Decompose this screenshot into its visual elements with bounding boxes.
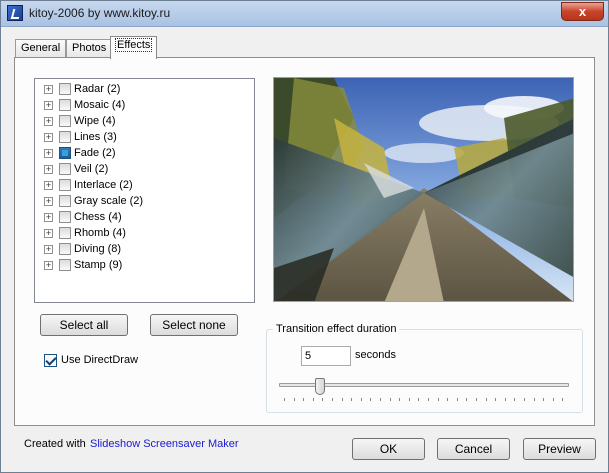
expand-plus-icon[interactable]: + (44, 245, 53, 254)
slider-tick (341, 398, 343, 401)
slider-tick (284, 398, 285, 401)
slider-tick (370, 398, 372, 401)
slider-tick (514, 398, 516, 401)
slider-tick (476, 398, 477, 401)
effect-label: Interlace (2) (74, 179, 133, 191)
effect-checkbox[interactable] (59, 227, 71, 239)
effect-label: Mosaic (4) (74, 99, 126, 111)
cancel-button[interactable]: Cancel (437, 438, 510, 460)
effects-tree[interactable]: + Radar (2) + Mosaic (4) + Wipe (4) + Lines (3)… (34, 78, 255, 303)
slider-tick (293, 398, 295, 401)
effect-checkbox[interactable] (59, 211, 71, 223)
dialog-window: kitoy-2006 by www.kitoy.ru x General Pho… (0, 0, 609, 473)
title-bar[interactable]: kitoy-2006 by www.kitoy.ru x (1, 1, 608, 27)
slideshow-maker-link[interactable]: Slideshow Screensaver Maker (90, 438, 239, 450)
slider-tick (456, 398, 458, 401)
slider-tick (485, 398, 487, 401)
expand-plus-icon[interactable]: + (44, 149, 53, 158)
duration-slider-thumb[interactable] (314, 378, 325, 395)
effect-checkbox[interactable] (59, 195, 71, 207)
expand-plus-icon[interactable]: + (44, 261, 53, 270)
slider-tick (495, 398, 497, 401)
slider-tick (351, 398, 353, 401)
tab-effects-label: Effects (114, 38, 153, 52)
effect-checkbox[interactable] (59, 83, 71, 95)
expand-plus-icon[interactable]: + (44, 117, 53, 126)
expand-plus-icon[interactable]: + (44, 213, 53, 222)
slider-tick (332, 398, 333, 401)
effect-label: Gray scale (2) (74, 195, 144, 207)
expand-plus-icon[interactable]: + (44, 133, 53, 142)
slider-tick (428, 398, 429, 401)
effect-checkbox[interactable] (59, 243, 71, 255)
preview-button[interactable]: Preview (523, 438, 596, 460)
tab-photos-label: Photos (72, 42, 107, 54)
slider-tick (360, 398, 362, 401)
expand-plus-icon[interactable]: + (44, 165, 53, 174)
slider-tick (524, 398, 525, 401)
expand-plus-icon[interactable]: + (44, 101, 53, 110)
effect-label: Rhomb (4) (74, 227, 126, 239)
slider-tick (504, 398, 506, 401)
effect-checkbox[interactable] (59, 99, 71, 111)
ok-button[interactable]: OK (352, 438, 425, 460)
effect-checkbox[interactable] (59, 163, 71, 175)
slider-tick (303, 398, 305, 401)
effect-checkbox[interactable] (59, 115, 71, 127)
created-with-label: Created with (24, 438, 86, 450)
slider-tick (408, 398, 410, 401)
effect-label: Wipe (4) (74, 115, 116, 127)
effect-label: Stamp (9) (74, 259, 123, 271)
effect-checkbox[interactable] (59, 147, 71, 159)
expand-plus-icon[interactable]: + (44, 229, 53, 238)
slider-tick (389, 398, 391, 401)
slider-tick (437, 398, 439, 401)
effect-label: Veil (2) (74, 163, 109, 175)
effect-label: Chess (4) (74, 211, 122, 223)
slider-tick (466, 398, 468, 401)
tab-general-label: General (21, 42, 61, 54)
use-directdraw-checkbox[interactable] (44, 354, 57, 367)
slider-tick (418, 398, 420, 401)
effect-label: Fade (2) (74, 147, 116, 159)
effect-checkbox[interactable] (59, 131, 71, 143)
close-button[interactable]: x (561, 2, 604, 21)
effect-label: Diving (8) (74, 243, 122, 255)
slider-tick (533, 398, 535, 401)
duration-unit-label: seconds (355, 349, 396, 361)
effect-label: Radar (2) (74, 83, 121, 95)
expand-plus-icon[interactable]: + (44, 85, 53, 94)
tab-general[interactable]: General (15, 39, 67, 58)
slider-tick (322, 398, 324, 401)
app-icon (7, 5, 23, 21)
slider-tick (399, 398, 401, 401)
slider-tick (552, 398, 554, 401)
effect-label: Lines (3) (74, 131, 117, 143)
slider-tick (447, 398, 449, 401)
slider-tick (562, 398, 564, 401)
expand-plus-icon[interactable]: + (44, 197, 53, 206)
select-none-button[interactable]: Select none (150, 314, 238, 336)
window-title: kitoy-2006 by www.kitoy.ru (29, 6, 171, 20)
use-directdraw-label: Use DirectDraw (61, 354, 139, 366)
slider-tick (543, 398, 545, 401)
effect-preview-image (273, 77, 574, 302)
preview-graphic (274, 78, 573, 301)
tab-photos[interactable]: Photos (66, 39, 113, 58)
expand-plus-icon[interactable]: + (44, 181, 53, 190)
effect-checkbox[interactable] (59, 259, 71, 271)
slider-tick (312, 398, 314, 401)
select-all-button[interactable]: Select all (40, 314, 128, 336)
duration-input[interactable]: 5 (301, 346, 351, 366)
duration-group-title: Transition effect duration (273, 323, 400, 335)
tab-effects[interactable]: Effects (110, 36, 158, 59)
effect-checkbox[interactable] (59, 179, 71, 191)
slider-tick (380, 398, 381, 401)
